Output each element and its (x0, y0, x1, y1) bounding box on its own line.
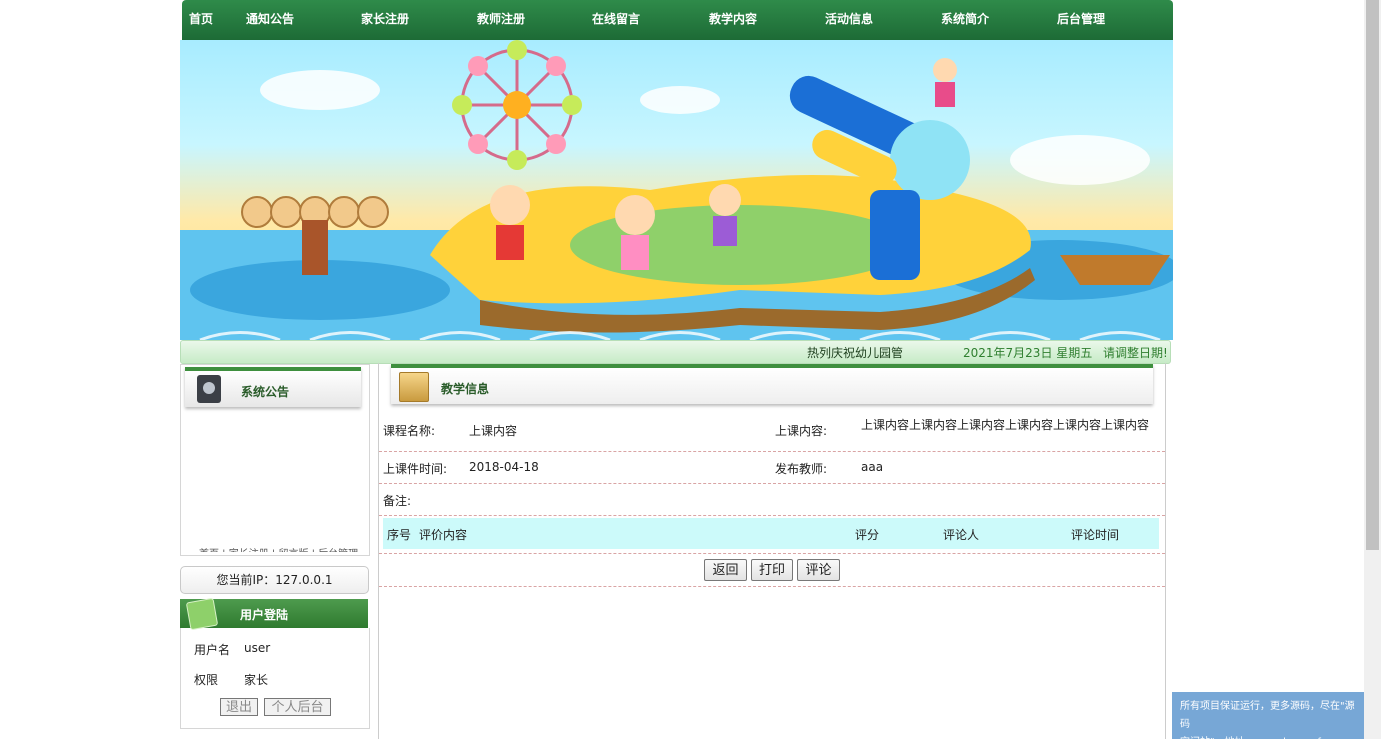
notice-links[interactable]: 首页 | 家长注册 | 留言版 | 后台管理 (199, 545, 358, 552)
system-notice-panel: 系统公告 首页 | 家长注册 | 留言版 | 后台管理 (180, 364, 370, 556)
nav-home[interactable]: 首页 (189, 0, 213, 40)
speaker-icon (197, 375, 221, 403)
marquee-text: 热列庆祝幼儿园管 (807, 346, 904, 360)
top-nav: 首页 通知公告 家长注册 教师注册 在线留言 教学内容 活动信息 系统简介 后台… (182, 0, 1173, 40)
username-label: 用户名 (194, 643, 231, 657)
user-login-header: 用户登陆 (180, 597, 368, 631)
username-value: user (244, 641, 271, 655)
banner-image (180, 40, 1173, 340)
teaching-info-panel: 教学信息 课程名称: 上课内容 上课内容: 上课内容上课内容上课内容上课内容上课… (378, 363, 1166, 739)
user-login-panel: 用户名 user 权限 家长 退出 个人后台 (180, 628, 370, 729)
nav-system-intro[interactable]: 系统简介 (941, 0, 989, 40)
role-label: 权限 (194, 673, 219, 687)
system-notice-title: 系统公告 (241, 385, 290, 399)
user-login-title: 用户登陆 (240, 608, 289, 622)
watermark-line-1: 所有项目保证运行，更多源码，尽在"源码 (1180, 701, 1355, 730)
nav-admin[interactable]: 后台管理 (1057, 0, 1105, 40)
role-value: 家长 (244, 673, 269, 687)
remark-label: 备注: (383, 494, 412, 508)
teaching-info-header: 教学信息 (391, 364, 1153, 404)
course-content-value: 上课内容上课内容上课内容上课内容上课内容上课内容 (861, 418, 1150, 432)
system-notice-header: 系统公告 (185, 367, 361, 407)
time-label: 上课件时间: (383, 462, 448, 476)
logout-button[interactable]: 退出 (220, 698, 258, 716)
current-date: 2021年7月23日 星期五 (963, 346, 1093, 360)
nav-activities[interactable]: 活动信息 (825, 0, 873, 40)
adjust-date-hint: 请调整日期! (1103, 346, 1168, 360)
nav-parent-register[interactable]: 家长注册 (361, 0, 409, 40)
course-row: 课程名称: 上课内容 上课内容: 上课内容上课内容上课内容上课内容上课内容上课内… (379, 407, 1165, 452)
time-row: 上课件时间: 2018-04-18 发布教师: aaa (379, 452, 1165, 484)
remark-row: 备注: (379, 484, 1165, 516)
folder-icon (399, 372, 429, 402)
page: 首页 通知公告 家长注册 教师注册 在线留言 教学内容 活动信息 系统简介 后台… (180, 0, 1173, 739)
watermark-line-2: 空间站"，地址: www.shuyue.fun (1180, 737, 1334, 748)
nav-notices[interactable]: 通知公告 (246, 0, 294, 40)
course-name-value: 上课内容 (469, 424, 518, 438)
course-content-label: 上课内容: (775, 424, 828, 438)
vertical-scrollbar[interactable] (1364, 0, 1381, 739)
nav-teacher-register[interactable]: 教师注册 (477, 0, 525, 40)
time-value: 2018-04-18 (469, 460, 539, 474)
teaching-info-title: 教学信息 (441, 382, 490, 396)
announcement-marquee: 热列庆祝幼儿园管 2021年7月23日 星期五 请调整日期! (180, 340, 1171, 364)
source-watermark: 所有项目保证运行，更多源码，尽在"源码 空间站"，地址: www.shuyue.… (1172, 692, 1371, 748)
nav-messages[interactable]: 在线留言 (592, 0, 640, 40)
course-name-label: 课程名称: (383, 424, 436, 438)
teacher-label: 发布教师: (775, 462, 828, 476)
teacher-value: aaa (861, 460, 884, 474)
scrollbar-thumb[interactable] (1366, 0, 1379, 550)
current-ip: 您当前IP：127.0.0.1 (180, 566, 369, 594)
user-icon (185, 597, 219, 631)
buttons-row (379, 554, 1165, 587)
personal-backend-button[interactable]: 个人后台 (264, 698, 331, 716)
nav-teaching-content[interactable]: 教学内容 (709, 0, 757, 40)
evaluation-row-separator (379, 516, 1165, 554)
